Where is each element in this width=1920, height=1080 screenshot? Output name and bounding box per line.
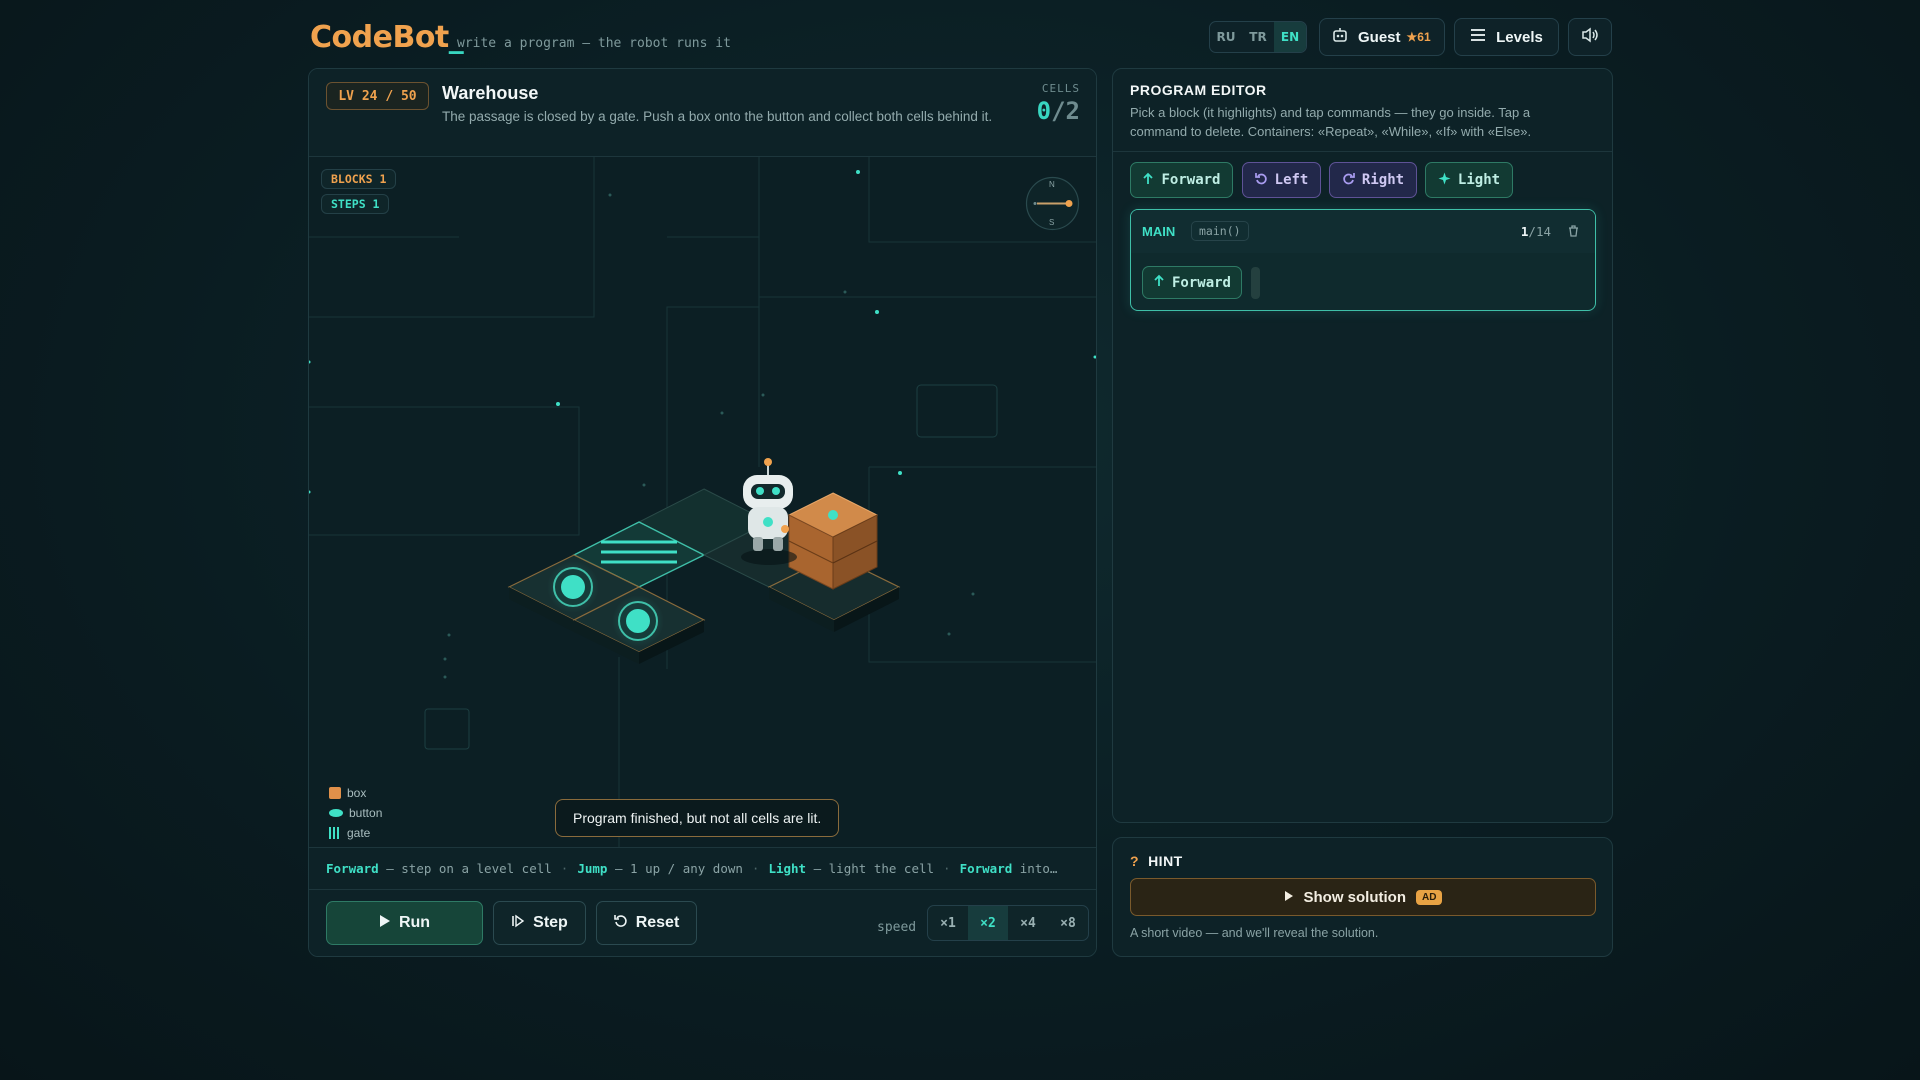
reset-icon [613,914,628,933]
robot-icon [1332,27,1348,48]
level-description: The passage is closed by a gate. Push a … [442,109,993,124]
command-left[interactable]: Left [1242,162,1321,198]
legend-item-box: box [329,783,382,803]
blocks-counter: BLOCKS 1 [321,169,397,189]
run-button[interactable]: Run [326,901,483,945]
speed-label: speed [877,920,917,935]
show-solution-button[interactable]: Show solution AD [1130,878,1596,916]
levels-button[interactable]: Levels [1454,18,1559,56]
isometric-scene [507,458,901,664]
hint-title: ? HINT [1130,853,1183,869]
lang-tr[interactable]: TR [1242,22,1274,52]
speed-x1[interactable]: ×1 [928,906,968,940]
compass: N S [1025,176,1080,231]
level-badge: LV 24 / 50 [326,82,429,110]
speed-x8[interactable]: ×8 [1048,906,1088,940]
speed-x4[interactable]: ×4 [1008,906,1048,940]
lang-en[interactable]: EN [1274,22,1306,52]
reset-button[interactable]: Reset [596,901,697,945]
hint-panel: ? HINT Show solution AD A short video — a… [1112,837,1613,957]
levels-label: Levels [1496,28,1543,46]
speed-x2[interactable]: ×2 [968,906,1008,940]
hint-note: A short video — and we'll reveal the sol… [1130,926,1379,940]
insert-caret [1251,267,1260,299]
trash-icon[interactable] [1568,224,1579,242]
speaker-icon [1581,27,1599,48]
block-count: 1/14 [1520,224,1551,239]
speed-selector: ×1 ×2 ×4 ×8 [927,905,1089,941]
game-board: BLOCKS 1 STEPS 1 N S box button gate Pro… [309,157,1096,847]
user-name: Guest [1358,28,1401,46]
menu-icon [1470,28,1486,46]
cells-counter: 0/2 [1036,97,1080,125]
divider [1113,151,1612,152]
command-right[interactable]: Right [1329,162,1417,198]
language-switcher: RU TR EN [1209,21,1307,53]
arrow-up-icon [1142,172,1154,189]
editor-title: PROGRAM EDITOR [1130,82,1267,98]
rotate-right-icon [1342,172,1355,189]
program-command-forward[interactable]: Forward [1142,266,1242,299]
status-toast: Program finished, but not all cells are … [555,799,840,837]
app-header: CodeBot_ write a program — the robot run… [310,18,1612,60]
steps-counter: STEPS 1 [321,194,390,214]
main-fn-tag: main() [1191,221,1249,241]
compass-north: N [1049,180,1055,189]
lang-ru[interactable]: RU [1210,22,1242,52]
legend: box button gate [329,783,382,843]
level-title: Warehouse [442,83,539,103]
command-tips: Forward — step on a level cell · Jump — 1… [309,847,1096,889]
cells-label: CELLS [1041,82,1080,95]
gate-icon [329,827,341,839]
editor-description: Pick a block (it highlights) and tap com… [1130,105,1532,139]
legend-item-gate: gate [329,823,382,843]
step-icon [511,914,525,933]
arrow-up-icon [1153,274,1165,291]
main-label: MAIN [1142,224,1176,239]
play-icon [379,914,391,933]
stars-count: ★61 [1406,30,1431,44]
user-profile-button[interactable]: Guest ★61 [1319,18,1445,56]
play-icon [1284,889,1294,906]
main-block-header: MAIN main() 1/14 [1131,210,1595,253]
main-function-block[interactable]: MAIN main() 1/14 Forward [1130,209,1596,311]
step-button[interactable]: Step [493,901,586,945]
sound-toggle[interactable] [1568,18,1612,56]
playback-controls: Run Step Reset speed ×1 ×2 ×4 ×8 [309,889,1096,956]
sparkle-icon [1438,172,1451,189]
game-panel: LV 24 / 50 Warehouse The passage is clos… [308,68,1097,957]
rotate-left-icon [1254,172,1268,189]
logo: CodeBot_ [310,20,464,55]
tagline: write a program — the robot runs it [457,36,731,51]
ad-badge: AD [1416,889,1443,905]
command-forward[interactable]: Forward [1130,162,1233,198]
legend-item-button: button [329,803,382,823]
box-icon [329,787,341,799]
button-icon [329,809,343,817]
program-editor: PROGRAM EDITOR Pick a block (it highligh… [1112,68,1613,823]
level-header: LV 24 / 50 Warehouse The passage is clos… [309,69,1096,157]
compass-south: S [1049,218,1055,227]
command-light[interactable]: Light [1425,162,1513,198]
